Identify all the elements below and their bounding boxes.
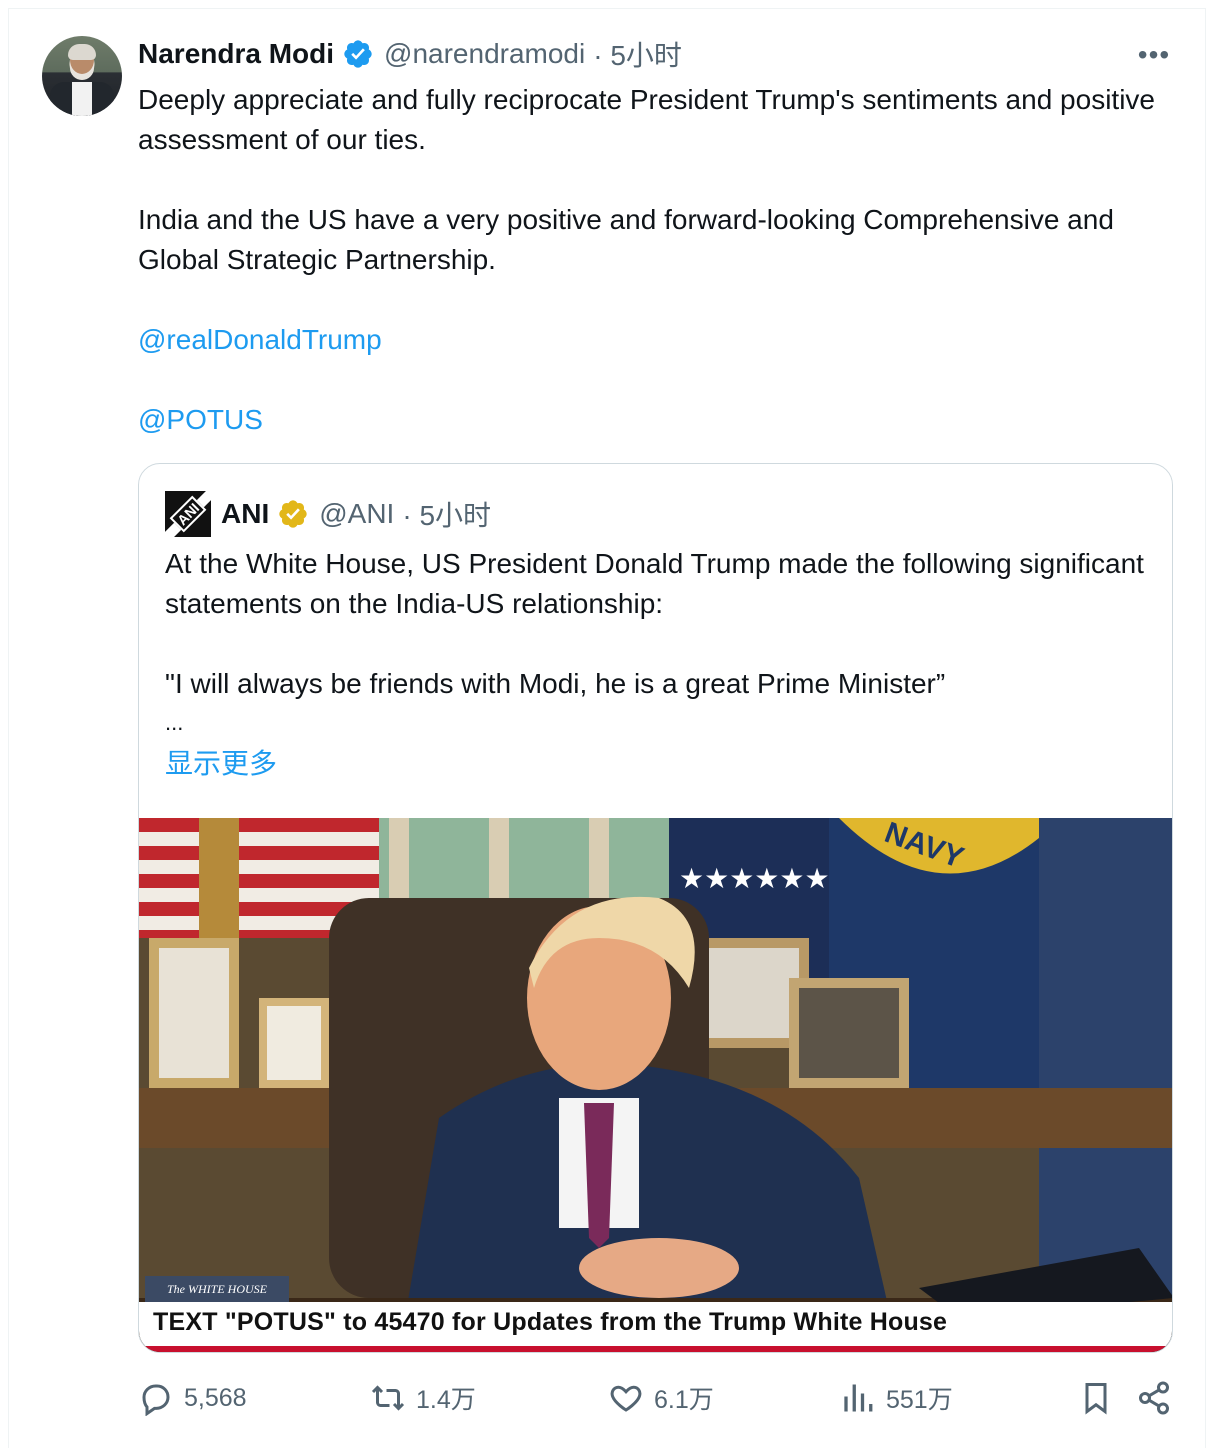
quoted-ellipsis: ... (165, 710, 184, 735)
ani-logo[interactable]: ANI (165, 491, 211, 537)
action-bar: 5,568 1.4万 6.1万 551万 (138, 1376, 1178, 1420)
caption-bar: TEXT "POTUS" to 45470 for Updates from t… (139, 1302, 1172, 1346)
reply-icon (142, 1384, 170, 1416)
quoted-author-name[interactable]: ANI (221, 498, 269, 530)
bookmark-icon (1085, 1383, 1107, 1415)
quoted-paragraph: At the White House, US President Donald … (165, 548, 1144, 619)
mention-link[interactable]: @realDonaldTrump (138, 324, 382, 355)
repost-count: 1.4万 (416, 1386, 476, 1414)
video-caption: TEXT "POTUS" to 45470 for Updates from t… (153, 1308, 948, 1336)
tweet-header: Narendra Modi @narendramodi · 5小时 (138, 36, 682, 72)
reply-button[interactable]: 5,568 (138, 1376, 247, 1420)
quoted-author-handle[interactable]: @ANI (319, 498, 394, 530)
share-icon (1139, 1381, 1169, 1415)
like-button[interactable]: 6.1万 (608, 1376, 714, 1420)
video-thumbnail[interactable]: ★★★★★★ NAVY The WHITE HOUSE TEXT "POTUS"… (139, 818, 1172, 1352)
quoted-paragraph: "I will always be friends with Modi, he … (165, 668, 946, 699)
author-avatar[interactable] (42, 36, 122, 116)
repost-button[interactable]: 1.4万 (370, 1376, 476, 1420)
more-options-button[interactable]: ••• (1136, 39, 1172, 70)
source-tag: The WHITE HOUSE (145, 1276, 289, 1302)
tweet-time[interactable]: · 5小时 (593, 34, 682, 74)
share-button[interactable] (1136, 1376, 1172, 1420)
tweet-body: Deeply appreciate and fully reciprocate … (138, 80, 1178, 440)
quoted-time[interactable]: · 5小时 (402, 494, 491, 534)
verified-badge-icon (344, 40, 372, 68)
views-button[interactable]: 551万 (840, 1376, 953, 1420)
reply-count: 5,568 (184, 1383, 247, 1412)
views-chart-icon (844, 1384, 873, 1412)
verified-gold-badge-icon (279, 500, 307, 528)
like-count: 6.1万 (654, 1386, 714, 1414)
tweet-paragraph: Deeply appreciate and fully reciprocate … (138, 84, 1155, 155)
view-count: 551万 (886, 1386, 953, 1414)
quoted-body: At the White House, US President Donald … (165, 544, 1145, 704)
quoted-tweet[interactable]: ANI ANI @ANI · 5小时 At the White House, U… (138, 463, 1173, 1353)
svg-text:★★★★★★: ★★★★★★ (679, 862, 830, 895)
quoted-header: ANI ANI @ANI · 5小时 (165, 490, 491, 538)
caption-red-strip (139, 1346, 1172, 1352)
author-name[interactable]: Narendra Modi (138, 38, 334, 70)
repost-icon (371, 1385, 405, 1411)
bookmark-button[interactable] (1078, 1376, 1114, 1420)
oval-office-scene-image: ★★★★★★ NAVY (139, 818, 1172, 1352)
heart-icon (610, 1385, 642, 1412)
tweet-paragraph: India and the US have a very positive an… (138, 204, 1114, 275)
show-more-link[interactable]: 显示更多 (165, 742, 277, 782)
author-handle[interactable]: @narendramodi (384, 38, 585, 70)
mention-link[interactable]: @POTUS (138, 404, 263, 435)
